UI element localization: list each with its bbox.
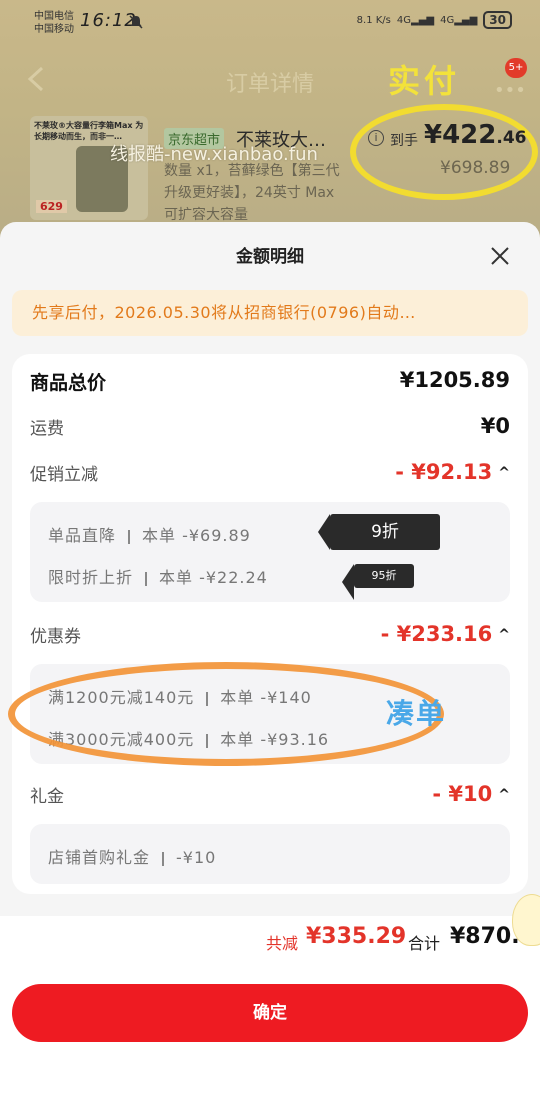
confirm-area: 确定 <box>0 966 540 1102</box>
gift-item-1-detail: -¥10 <box>176 848 217 867</box>
pay-later-notice: 先享后付，2026.05.30将从招商银行(0796)自动… <box>12 290 528 336</box>
promo-item-2-name: 限时折上折 <box>48 568 134 587</box>
row-gift[interactable]: 礼金 - ¥10 ^ <box>30 782 510 812</box>
network-2-label: 4G <box>440 14 455 26</box>
divider <box>145 571 148 586</box>
gift-amount: - ¥10 <box>432 782 493 806</box>
promo-item-1-name: 单品直降 <box>48 526 117 545</box>
highlight-oval <box>350 104 538 200</box>
coupon-label: 优惠券 <box>30 627 81 647</box>
info-icon[interactable]: i <box>368 130 384 146</box>
total-label: 商品总价 <box>30 372 107 394</box>
more-icon[interactable]: ••• <box>494 80 526 101</box>
thumb-price: 629 <box>36 200 67 213</box>
network-speed: 8.1 K/s <box>356 14 391 26</box>
sum-label: 合计 <box>408 934 441 953</box>
promo-label: 促销立减 <box>30 465 98 485</box>
gift-value: - ¥10 ^ <box>432 782 510 806</box>
product-desc: 数量 x1，苔藓绿色【第三代升级更好装】，24英寸 Max可扩容大容量 <box>164 163 340 223</box>
order-detail-background: 中国电信 中国移动 16:12 8.1 K/s 4G▂▄▆ 4G▂▄▆ 30 订… <box>0 0 540 240</box>
pay-label: 到手 <box>390 133 418 149</box>
network-1-label: 4G <box>396 14 412 26</box>
status-icons: 8.1 K/s 4G▂▄▆ 4G▂▄▆ 30 <box>357 11 512 29</box>
message-badge: 5+ <box>505 58 527 78</box>
promo-item-2: 限时折上折 本单 -¥22.24 <box>48 564 268 588</box>
chevron-up-icon[interactable]: ^ <box>498 465 510 481</box>
promo-detail-box: 单品直降 本单 -¥69.89 限时折上折 本单 -¥22.24 9折 95折 <box>30 502 510 602</box>
mascot-duck-icon[interactable] <box>512 894 540 946</box>
promo-amount: - ¥92.13 <box>395 460 493 484</box>
shipping-value: ¥0 <box>480 414 510 438</box>
shipping-label: 运费 <box>30 419 64 439</box>
mute-bell-icon <box>129 15 143 29</box>
sheet-title: 金额明细 <box>236 247 304 267</box>
discount-tag-95: 95折 <box>342 564 414 600</box>
row-shipping: 运费 ¥0 <box>30 414 510 444</box>
carrier-2: 中国移动 <box>34 24 74 35</box>
discount-tag-9: 9折 <box>318 514 440 550</box>
actual-pay-annotation: 实付 <box>388 62 461 100</box>
carrier-labels: 中国电信 中国移动 <box>34 10 74 36</box>
coupon-value: - ¥233.16 ^ <box>381 622 510 646</box>
status-bar: 中国电信 中国移动 16:12 8.1 K/s 4G▂▄▆ 4G▂▄▆ 30 <box>0 8 540 38</box>
reduce-label: 共减 <box>266 934 299 953</box>
row-promo[interactable]: 促销立减 - ¥92.13 ^ <box>30 460 510 490</box>
coupon-highlight-oval <box>8 662 444 766</box>
gift-item-1: 店铺首购礼金 -¥10 <box>48 844 216 868</box>
promo-item-2-detail: 本单 -¥22.24 <box>159 568 268 587</box>
original-amount: ¥698.89 <box>440 158 511 178</box>
coupon-amount: - ¥233.16 <box>380 622 493 646</box>
pay-amount-dec: .46 <box>496 128 527 148</box>
row-total: 商品总价 ¥1205.89 <box>30 368 510 398</box>
gift-item-1-name: 店铺首购礼金 <box>48 848 151 867</box>
actual-pay-box: i 到手 ¥422.46 ¥698.89 <box>350 104 538 200</box>
amount-card: 商品总价 ¥1205.89 运费 ¥0 促销立减 - ¥92.13 ^ 单品直降本… <box>12 354 528 894</box>
promo-value: - ¥92.13 ^ <box>395 460 510 484</box>
pay-amount: ¥422.46 <box>424 120 527 150</box>
header: 订单详情 实付 5+ ••• <box>0 56 540 106</box>
totals-bar: 共减 ¥335.29 合计 ¥870.6 <box>0 916 540 966</box>
signal-1-icon: 4G▂▄▆ <box>396 14 435 26</box>
carrier-1: 中国电信 <box>34 11 74 22</box>
chevron-up-icon[interactable]: ^ <box>498 627 510 643</box>
pay-amount-int: ¥422 <box>424 120 497 150</box>
product-thumbnail: 不莱玫®大容量行李箱Max 为长期移动而生，而非一… 629 <box>30 116 148 220</box>
promo-item-1: 单品直降 本单 -¥69.89 <box>48 522 251 546</box>
confirm-button[interactable]: 确定 <box>12 984 528 1042</box>
battery-icon: 30 <box>483 11 512 29</box>
row-coupon[interactable]: 优惠券 - ¥233.16 ^ <box>30 622 510 652</box>
promo-item-1-detail: 本单 -¥69.89 <box>142 526 251 545</box>
divider <box>128 529 131 544</box>
close-icon[interactable] <box>488 244 512 268</box>
coudan-annotation: 凑单 <box>386 697 447 730</box>
watermark: 线报酷-new.xianbao.fun <box>110 144 318 165</box>
divider <box>162 851 165 866</box>
gift-label: 礼金 <box>30 787 64 807</box>
signal-2-icon: 4G▂▄▆ <box>440 14 478 26</box>
reduce-value: ¥335.29 <box>306 924 407 949</box>
gift-detail-box: 店铺首购礼金 -¥10 <box>30 824 510 884</box>
total-value: ¥1205.89 <box>399 368 510 392</box>
chevron-up-icon[interactable]: ^ <box>498 787 510 803</box>
